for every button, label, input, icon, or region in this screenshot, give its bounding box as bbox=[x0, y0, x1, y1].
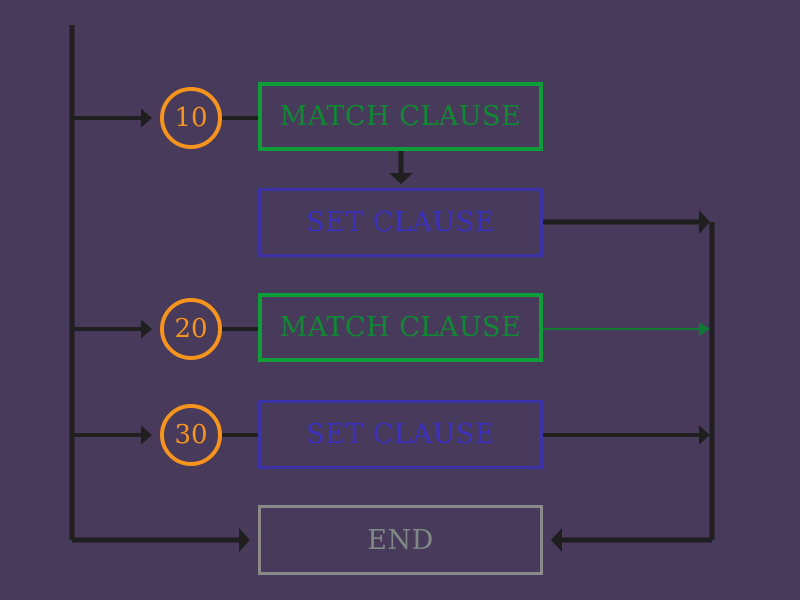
set-2-to-right-rail-arrowhead bbox=[699, 425, 710, 445]
node-label: MATCH CLAUSE bbox=[279, 312, 522, 343]
node-match-clause-1[interactable]: MATCH CLAUSE bbox=[258, 82, 543, 151]
flowchart-canvas: 10 20 30 MATCH CLAUSE SET CLAUSE MATCH C… bbox=[0, 0, 800, 600]
node-label: END bbox=[367, 524, 434, 556]
node-label: 10 bbox=[174, 103, 208, 133]
match-2-to-right-rail-arrowhead bbox=[699, 322, 710, 336]
match-1-to-set-1-arrowhead bbox=[389, 173, 413, 184]
node-line-number-30[interactable]: 30 bbox=[160, 404, 222, 466]
node-label: 30 bbox=[174, 420, 208, 450]
rail-to-end-arrowhead bbox=[239, 528, 250, 552]
right-rail-to-end-arrowhead bbox=[551, 528, 562, 552]
node-label: SET CLAUSE bbox=[306, 419, 495, 450]
node-label: SET CLAUSE bbox=[306, 207, 495, 238]
node-set-clause-2[interactable]: SET CLAUSE bbox=[258, 400, 543, 469]
node-line-number-20[interactable]: 20 bbox=[160, 298, 222, 360]
node-label: MATCH CLAUSE bbox=[279, 101, 522, 132]
rail-to-line-30-arrowhead bbox=[141, 425, 152, 445]
node-set-clause-1[interactable]: SET CLAUSE bbox=[258, 188, 543, 257]
node-end[interactable]: END bbox=[258, 505, 543, 575]
rail-to-line-10-arrowhead bbox=[141, 108, 152, 128]
node-label: 20 bbox=[174, 314, 208, 344]
node-line-number-10[interactable]: 10 bbox=[160, 87, 222, 149]
node-match-clause-2[interactable]: MATCH CLAUSE bbox=[258, 293, 543, 362]
set-1-to-right-rail-arrowhead bbox=[699, 210, 710, 234]
rail-to-line-20-arrowhead bbox=[141, 319, 152, 339]
